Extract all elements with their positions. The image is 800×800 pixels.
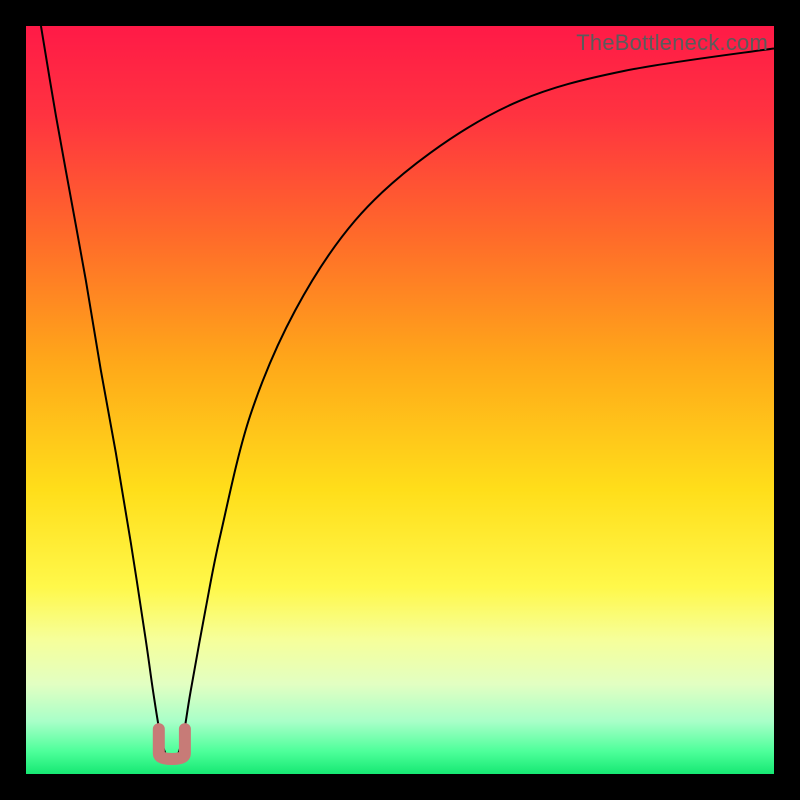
plot-area: TheBottleneck.com [26, 26, 774, 774]
chart-frame: TheBottleneck.com [0, 0, 800, 800]
chart-svg [26, 26, 774, 774]
watermark-text: TheBottleneck.com [576, 30, 768, 56]
gradient-background [26, 26, 774, 774]
